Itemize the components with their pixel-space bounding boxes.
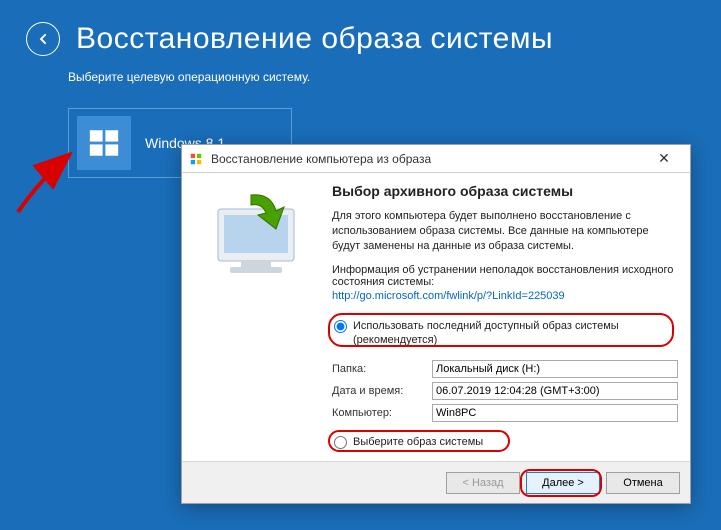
back-button[interactable] (26, 22, 60, 56)
dialog-heading: Выбор архивного образа системы (332, 183, 678, 199)
page-subtitle: Выберите целевую операционную систему. (0, 70, 721, 84)
folder-field (432, 360, 678, 378)
next-button[interactable]: Далее > (526, 472, 600, 494)
close-button[interactable]: ✕ (644, 147, 684, 171)
dialog-description: Для этого компьютера будет выполнено вос… (332, 209, 678, 254)
windows-logo-icon (77, 116, 131, 170)
restore-illustration-icon (196, 183, 326, 457)
page-title: Восстановление образа системы (76, 22, 553, 56)
radio-select-image[interactable]: Выберите образ системы (334, 435, 676, 449)
computer-label: Компьютер: (332, 407, 432, 419)
dialog-info-link[interactable]: http://go.microsoft.com/fwlink/p/?LinkId… (332, 290, 678, 302)
dialog-title: Восстановление компьютера из образа (211, 152, 644, 166)
datetime-label: Дата и время: (332, 385, 432, 397)
dialog-info-text: Информация об устранении неполадок восст… (332, 264, 678, 288)
computer-field (432, 404, 678, 422)
radio-select-image-label: Выберите образ системы (353, 435, 483, 449)
cancel-button[interactable]: Отмена (606, 472, 680, 494)
folder-label: Папка: (332, 363, 432, 375)
flag-icon (188, 151, 204, 167)
restore-dialog: Восстановление компьютера из образа ✕ Вы… (181, 144, 691, 504)
radio-use-latest-label: Использовать последний доступный образ с… (353, 319, 676, 348)
back-button-dialog: < Назад (446, 472, 520, 494)
arrow-left-icon (35, 31, 51, 47)
radio-use-latest-input[interactable] (334, 320, 347, 333)
radio-use-latest[interactable]: Использовать последний доступный образ с… (334, 319, 676, 348)
radio-select-image-input[interactable] (334, 436, 347, 449)
datetime-field (432, 382, 678, 400)
